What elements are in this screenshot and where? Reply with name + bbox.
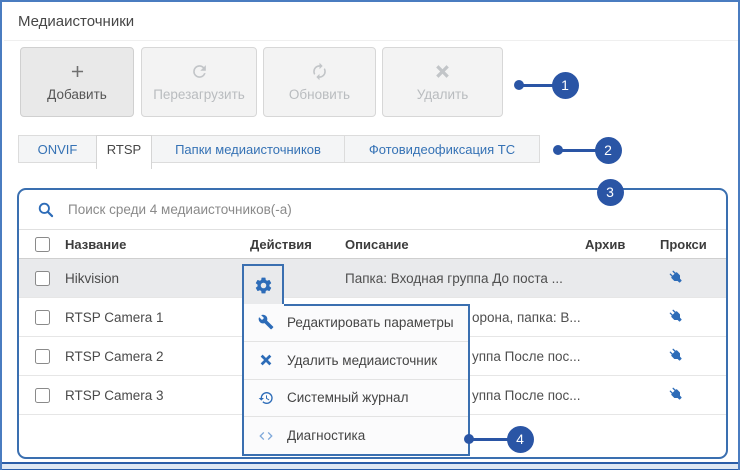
add-button-label: Добавить bbox=[47, 87, 107, 102]
menu-item-label: Удалить медиаисточник bbox=[287, 353, 437, 368]
menu-item-label: Диагностика bbox=[287, 428, 365, 443]
row-actions-trigger[interactable] bbox=[242, 264, 284, 304]
menu-item-diagnostics[interactable]: Диагностика bbox=[244, 416, 468, 454]
row-description: Папка: Входная группа До поста ... bbox=[345, 271, 585, 286]
plus-icon bbox=[68, 62, 87, 81]
row-name: RTSP Camera 1 bbox=[65, 310, 250, 325]
power-plug-icon bbox=[668, 308, 684, 324]
row-description-text: орона, папка: В... bbox=[472, 310, 581, 325]
row-proxy-cell bbox=[660, 386, 726, 405]
row-checkbox[interactable] bbox=[35, 271, 50, 286]
callout-2-badge: 2 bbox=[595, 137, 622, 164]
select-all-checkbox[interactable] bbox=[35, 237, 50, 252]
bottom-frame-bar bbox=[2, 462, 740, 470]
menu-item-label: Редактировать параметры bbox=[287, 315, 454, 330]
row-proxy-cell bbox=[660, 308, 726, 327]
refresh-button[interactable]: Обновить bbox=[263, 47, 376, 117]
menu-item-edit-parameters[interactable]: Редактировать параметры bbox=[244, 304, 468, 341]
title-divider bbox=[4, 40, 740, 41]
row-proxy-cell bbox=[660, 269, 726, 288]
power-plug-icon bbox=[668, 386, 684, 402]
close-icon bbox=[258, 352, 274, 368]
tab-media-folders[interactable]: Папки медиаисточников bbox=[151, 135, 345, 163]
row-name: RTSP Camera 3 bbox=[65, 388, 250, 403]
column-header-name: Название bbox=[65, 237, 250, 252]
table-header: Название Действия Описание Архив Прокси bbox=[19, 230, 726, 259]
callout-1-badge: 1 bbox=[552, 72, 579, 99]
menu-item-system-log[interactable]: Системный журнал bbox=[244, 379, 468, 417]
code-tags-icon bbox=[258, 428, 274, 444]
add-button[interactable]: Добавить bbox=[20, 47, 134, 117]
refresh-button-label: Обновить bbox=[289, 87, 350, 102]
gear-icon bbox=[254, 276, 273, 295]
media-sources-window: Медиаисточники Добавить Перезагрузить Об… bbox=[0, 0, 740, 470]
tab-rtsp[interactable]: RTSP bbox=[96, 135, 152, 169]
row-name: Hikvision bbox=[65, 271, 250, 286]
column-header-proxy: Прокси bbox=[660, 237, 726, 252]
callout-3-badge: 3 bbox=[597, 179, 624, 206]
power-plug-icon bbox=[668, 269, 684, 285]
reload-icon bbox=[190, 62, 209, 81]
row-name: RTSP Camera 2 bbox=[65, 349, 250, 364]
row-checkbox[interactable] bbox=[35, 388, 50, 403]
wrench-icon bbox=[258, 314, 274, 330]
search-input[interactable] bbox=[66, 201, 726, 218]
menu-item-delete-media-source[interactable]: Удалить медиаисточник bbox=[244, 341, 468, 379]
reload-button[interactable]: Перезагрузить bbox=[141, 47, 257, 117]
close-icon bbox=[433, 62, 452, 81]
actions-context-menu: Редактировать параметры Удалить медиаист… bbox=[242, 304, 470, 456]
column-header-archive: Архив bbox=[585, 237, 660, 252]
row-proxy-cell bbox=[660, 347, 726, 366]
delete-button-label: Удалить bbox=[417, 87, 469, 102]
tab-photo-video-fixation[interactable]: Фотовидеофиксация ТС bbox=[344, 135, 540, 163]
row-checkbox[interactable] bbox=[35, 349, 50, 364]
table-row[interactable]: Hikvision Папка: Входная группа До поста… bbox=[19, 259, 726, 298]
history-icon bbox=[258, 390, 274, 406]
refresh-icon bbox=[310, 62, 329, 81]
power-plug-icon bbox=[668, 347, 684, 363]
delete-button[interactable]: Удалить bbox=[382, 47, 503, 117]
row-description-text: уппа После пос... bbox=[472, 388, 581, 403]
column-header-actions: Действия bbox=[250, 237, 345, 252]
column-header-description: Описание bbox=[345, 237, 585, 252]
page-title: Медиаисточники bbox=[18, 13, 134, 30]
tab-onvif[interactable]: ONVIF bbox=[18, 135, 97, 163]
row-description-text: уппа После пос... bbox=[472, 349, 581, 364]
row-checkbox[interactable] bbox=[35, 310, 50, 325]
menu-item-label: Системный журнал bbox=[287, 390, 408, 405]
reload-button-label: Перезагрузить bbox=[153, 87, 245, 102]
callout-4-badge: 4 bbox=[507, 426, 534, 453]
tab-bar: ONVIF RTSP Папки медиаисточников Фотовид… bbox=[18, 135, 540, 169]
search-icon bbox=[37, 201, 54, 218]
